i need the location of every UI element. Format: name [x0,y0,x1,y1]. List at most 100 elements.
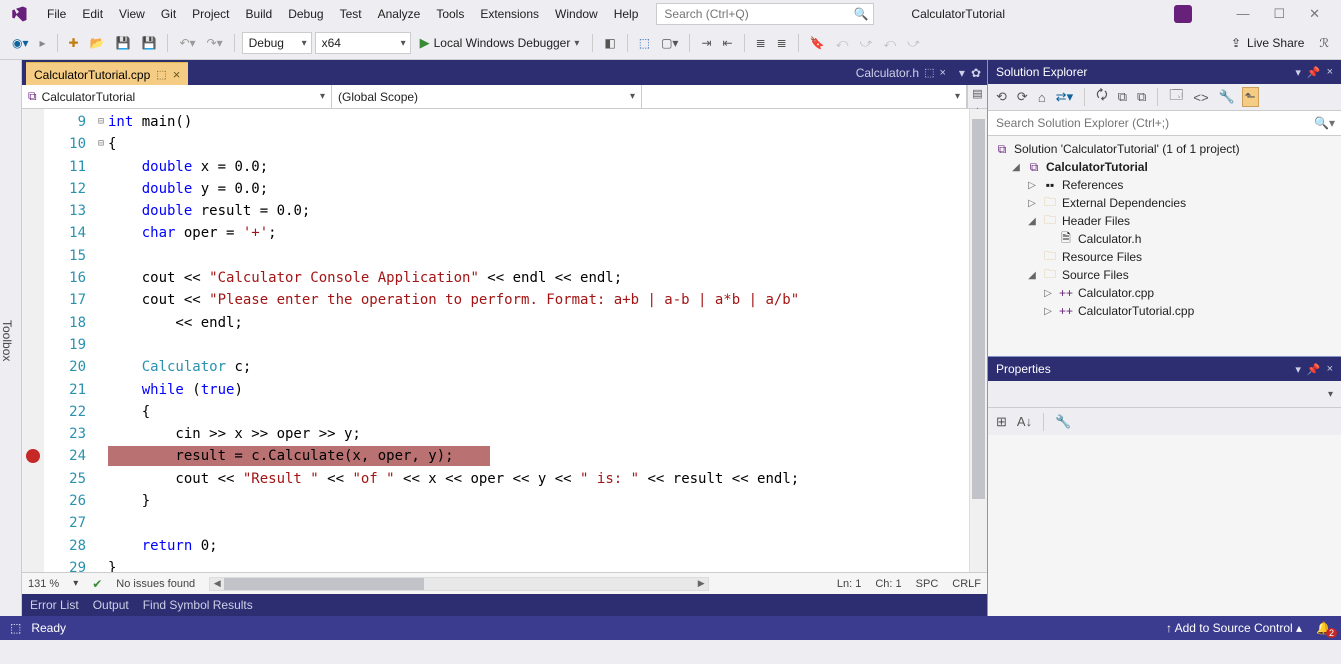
issues-label[interactable]: No issues found [116,578,195,590]
comment-icon[interactable]: ≣ [752,33,770,53]
pin-icon[interactable]: ⬚ [924,66,934,79]
spaces-indicator[interactable]: SPC [916,578,939,590]
menu-git[interactable]: Git [153,3,184,25]
lineend-indicator[interactable]: CRLF [952,578,981,590]
tab-inactive[interactable]: Calculator.h ⬚ × [849,62,953,84]
scroll-thumb[interactable] [972,119,985,499]
nav-scope-combo[interactable]: (Global Scope) [332,85,642,108]
menu-test[interactable]: Test [332,3,370,25]
file-node[interactable]: ▷ ++ CalculatorTutorial.cpp [988,302,1341,320]
sync-icon[interactable]: 🗘 [1093,84,1111,110]
redo-icon[interactable]: ↷▾ [203,33,227,53]
tool-nav4-icon[interactable]: ⤻ [903,33,924,54]
back-icon[interactable]: ⟲ [993,87,1010,107]
preview-icon[interactable]: ⬑ [1242,87,1259,107]
outdent-icon[interactable]: ⇤ [719,33,737,53]
extension-icon[interactable] [1174,5,1192,23]
col-indicator[interactable]: Ch: 1 [875,578,901,590]
maximize-button[interactable]: ☐ [1273,6,1285,22]
expand-icon[interactable]: ◢ [1026,216,1038,227]
start-debug-button[interactable]: ▶ Local Windows Debugger ▾ [414,33,586,53]
menu-help[interactable]: Help [606,3,647,25]
code-editor[interactable]: 9101112131415161718192021222324252627282… [22,109,987,572]
menu-analyze[interactable]: Analyze [370,3,429,25]
solution-tree[interactable]: ⧉ Solution 'CalculatorTutorial' (1 of 1 … [988,136,1341,356]
minimize-button[interactable]: — [1236,6,1249,21]
show-all-icon[interactable]: ⧉ [1134,87,1149,107]
fold-gutter[interactable]: ⊟⊟ [94,109,108,572]
scroll-left-icon[interactable]: ◀ [210,578,224,590]
open-icon[interactable]: 📂 [86,33,109,53]
properties-icon[interactable]: 🗔 [1166,84,1186,110]
toolbox-panel[interactable]: Toolbox [0,60,22,616]
home-icon[interactable]: ⌂ [1035,88,1049,107]
pin-icon[interactable]: ⬚ [156,68,166,81]
close-tab-icon[interactable]: × [939,67,945,79]
code-body[interactable]: int main(){ double x = 0.0; double y = 0… [108,109,969,572]
menu-extensions[interactable]: Extensions [472,3,547,25]
tool-nav3-icon[interactable]: ⤺ [879,33,900,54]
nav-member-combo[interactable] [642,85,967,108]
nav-back-button[interactable]: ◉▾ [8,33,33,53]
notifications-icon[interactable]: 🔔 [1316,621,1331,635]
config-combo[interactable]: Debug [242,32,312,54]
line-indicator[interactable]: Ln: 1 [837,578,861,590]
tool-icon-1[interactable]: ◧ [600,33,619,53]
source-node[interactable]: ◢ 🗀 Source Files [988,266,1341,284]
expand-icon[interactable]: ▷ [1026,180,1038,191]
tool-nav2-icon[interactable]: ⤻ [855,33,876,54]
bottom-tab[interactable]: Output [93,598,129,612]
indent-icon[interactable]: ⇥ [697,33,715,53]
save-all-icon[interactable]: 💾 [138,33,161,53]
solution-search[interactable]: 🔍▾ [988,111,1341,136]
tab-overflow-icon[interactable]: ▾ [959,66,965,80]
tool-icon-3[interactable]: ▢▾ [657,33,682,53]
uncomment-icon[interactable]: ≣ [773,33,791,53]
switch-icon[interactable]: ⇄▾ [1053,87,1076,107]
project-node[interactable]: ◢ ⧉ CalculatorTutorial [988,158,1341,176]
save-icon[interactable]: 💾 [112,33,135,53]
properties-combo[interactable] [988,381,1341,408]
expand-icon[interactable]: ◢ [1010,162,1022,173]
zoom-level[interactable]: 131 % [28,578,59,590]
code-icon[interactable]: <> [1190,88,1211,107]
nav-fwd-button[interactable]: ▸ [36,33,50,53]
references-node[interactable]: ▷ ▪▪ References [988,176,1341,194]
horizontal-scrollbar[interactable]: ◀ ▶ [209,577,709,591]
search-input[interactable] [662,6,853,22]
menu-debug[interactable]: Debug [280,3,331,25]
nav-project-combo[interactable]: ⧉ CalculatorTutorial [22,85,332,108]
resource-node[interactable]: 🗀 Resource Files [988,248,1341,266]
panel-menu-icon[interactable]: ▾ [1295,66,1301,79]
bottom-tab[interactable]: Find Symbol Results [143,598,253,612]
close-tab-icon[interactable]: × [173,67,181,82]
scroll-thumb[interactable] [224,578,424,590]
panel-pin-icon[interactable]: 📌 [1307,363,1321,376]
tool-icon-2[interactable]: ⬚ [635,33,654,53]
file-node[interactable]: ▷ ++ Calculator.cpp [988,284,1341,302]
tab-settings-icon[interactable]: ✿ [971,66,981,80]
bottom-tab[interactable]: Error List [30,598,79,612]
live-share-button[interactable]: ⇪ Live Share [1223,33,1312,53]
collapse-icon[interactable]: ⧉ [1115,87,1130,107]
close-button[interactable]: ✕ [1309,6,1320,22]
tool-nav1-icon[interactable]: ⤺ [832,33,853,54]
menu-edit[interactable]: Edit [74,3,111,25]
platform-combo[interactable]: x64 [315,32,411,54]
feedback-icon[interactable]: ℛ [1315,33,1333,53]
menu-tools[interactable]: Tools [428,3,472,25]
solution-node[interactable]: ⧉ Solution 'CalculatorTutorial' (1 of 1 … [988,140,1341,158]
sort-icon[interactable]: A↓ [1014,412,1035,431]
menu-project[interactable]: Project [184,3,237,25]
panel-pin-icon[interactable]: 📌 [1307,66,1321,79]
bookmark-icon[interactable]: 🔖 [806,33,829,53]
headers-node[interactable]: ◢ 🗀 Header Files [988,212,1341,230]
expand-icon[interactable]: ◢ [1026,270,1038,281]
panel-close-icon[interactable]: × [1327,66,1333,79]
undo-icon[interactable]: ↶▾ [175,33,199,53]
expand-icon[interactable]: ▷ [1042,306,1054,317]
external-node[interactable]: ▷ 🗀 External Dependencies [988,194,1341,212]
file-node[interactable]: 🗎 Calculator.h [988,230,1341,248]
categorize-icon[interactable]: ⊞ [993,412,1010,432]
panel-menu-icon[interactable]: ▾ [1295,363,1301,376]
